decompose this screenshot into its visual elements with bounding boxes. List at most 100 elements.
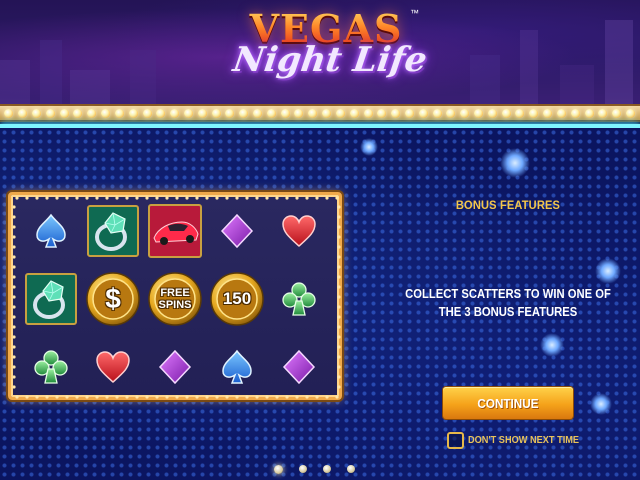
heart-icon [271,203,327,259]
dont-show-checkbox[interactable] [447,432,464,449]
frame-light [55,196,59,200]
frame-light [337,255,341,259]
marquee-bulb [501,108,511,118]
diamond-ring-icon [23,271,79,327]
marquee-bulb [239,108,249,118]
frame-light [115,196,119,200]
marquee-bulb [625,108,635,118]
marquee-bulb [474,108,484,118]
logo-trademark: ™ [410,8,419,18]
marquee-bulb [335,108,345,118]
marquee-bulb [183,108,193,118]
marquee-bulb [18,108,28,118]
frame-light [65,196,69,200]
frame-light [25,395,29,399]
frame-light [12,315,16,319]
frame-light [125,395,129,399]
frame-light [95,395,99,399]
page-indicator [274,463,364,475]
marquee-bulb [253,108,263,118]
frame-light [165,196,169,200]
page-dot-3[interactable] [323,465,331,473]
frame-light [155,395,159,399]
marquee-bulb [363,108,373,118]
marquee-bulb [584,108,594,118]
frame-light [265,196,269,200]
frame-light [125,196,129,200]
frame-light [245,395,249,399]
frame-light [315,196,319,200]
marquee-bulb [446,108,456,118]
spade-icon [209,339,265,395]
frame-light [337,225,341,229]
frame-light [215,196,219,200]
frame-light [12,265,16,269]
frame-light [225,395,229,399]
frame-light [55,395,59,399]
frame-light [337,385,341,389]
frame-light [15,395,19,399]
continue-button-label: CONTINUE [477,395,539,411]
marquee-bulb [460,108,470,118]
marquee-bulb [404,108,414,118]
marquee-bulb [308,108,318,118]
diamond-icon [271,339,327,395]
sparkle-decoration [500,148,530,178]
feature-description: COLLECT SCATTERS TO WIN ONE OF THE 3 BON… [405,287,611,319]
frame-light [65,395,69,399]
marquee-bulb [197,108,207,118]
frame-light [12,205,16,209]
value-coin-label: 150 [222,289,252,308]
frame-light [337,315,341,319]
free-spins-label-line1: FREE [160,287,190,299]
sparkle-decoration [360,138,378,156]
sparkle-decoration [540,333,564,357]
marquee-bulb [87,108,97,118]
sparkle-decoration [590,393,612,415]
frame-light [255,196,259,200]
frame-light [45,395,49,399]
frame-light [335,196,339,200]
marquee-bulb [156,108,166,118]
page-dot-4[interactable] [347,465,355,473]
continue-button[interactable]: CONTINUE [443,387,573,419]
marquee-bulb [266,108,276,118]
frame-light [275,196,279,200]
frame-light [85,395,89,399]
frame-light [12,335,16,339]
marquee-bulb [4,108,14,118]
frame-light [85,196,89,200]
marquee-bulb [114,108,124,118]
frame-light [295,196,299,200]
frame-light [305,196,309,200]
frame-light [195,196,199,200]
frame-light [275,395,279,399]
free-spins-label-line2: SPINS [158,299,192,311]
marquee-bulb [101,108,111,118]
frame-light [337,365,341,369]
frame-light [105,395,109,399]
page-dot-2[interactable] [299,465,307,473]
frame-light [165,395,169,399]
dont-show-label[interactable]: DON'T SHOW NEXT TIME [468,435,579,446]
frame-light [12,375,16,379]
sparkle-decoration [595,258,621,284]
frame-light [12,355,16,359]
page-dot-1[interactable] [274,464,283,474]
spade-icon [23,203,79,259]
marquee-bulb [349,108,359,118]
frame-light [285,395,289,399]
marquee-bulb [32,108,42,118]
dollar-coin-scatter-icon: $ [85,271,141,327]
diamond-icon [209,203,265,259]
frame-light [235,395,239,399]
frame-light [145,196,149,200]
frame-light [25,196,29,200]
frame-light [285,196,289,200]
frame-light [12,235,16,239]
frame-light [337,235,341,239]
frame-light [12,285,16,289]
frame-light [337,265,341,269]
diamond-ring-icon [85,203,141,259]
marquee-bulb [73,108,83,118]
